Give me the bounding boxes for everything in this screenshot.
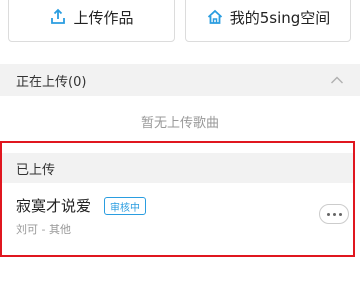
status-badge: 审核中: [104, 197, 146, 215]
my-space-label: 我的5sing空间: [229, 8, 331, 27]
uploading-section-header[interactable]: 正在上传(0): [0, 64, 360, 96]
more-options-button[interactable]: [319, 204, 349, 224]
song-title: 寂寞才说爱: [16, 197, 92, 215]
song-list-item[interactable]: 寂寞才说爱 审核中 刘可 - 其他: [2, 185, 353, 251]
more-dots-icon: [326, 212, 330, 216]
upload-page: 上传作品 我的5sing空间 正在上传(0) 暂无上传歌曲 已上传 寂寞才说爱 …: [0, 0, 360, 288]
upload-work-label: 上传作品: [73, 8, 134, 27]
empty-upload-message: 暂无上传歌曲: [140, 116, 219, 131]
top-actions: 上传作品 我的5sing空间: [0, 0, 360, 58]
uploaded-section: 已上传 寂寞才说爱 审核中 刘可 - 其他: [0, 141, 355, 257]
song-meta: 刘可 - 其他: [16, 223, 71, 236]
home-icon: [206, 8, 224, 26]
uploaded-title: 已上传: [16, 162, 56, 178]
uploading-title: 正在上传(0): [16, 74, 87, 90]
upload-work-button[interactable]: 上传作品: [8, 0, 175, 42]
my-space-button[interactable]: 我的5sing空间: [185, 0, 351, 42]
upload-icon: [49, 8, 67, 26]
chevron-up-icon[interactable]: [330, 73, 344, 87]
uploaded-section-header: 已上传: [2, 153, 353, 183]
